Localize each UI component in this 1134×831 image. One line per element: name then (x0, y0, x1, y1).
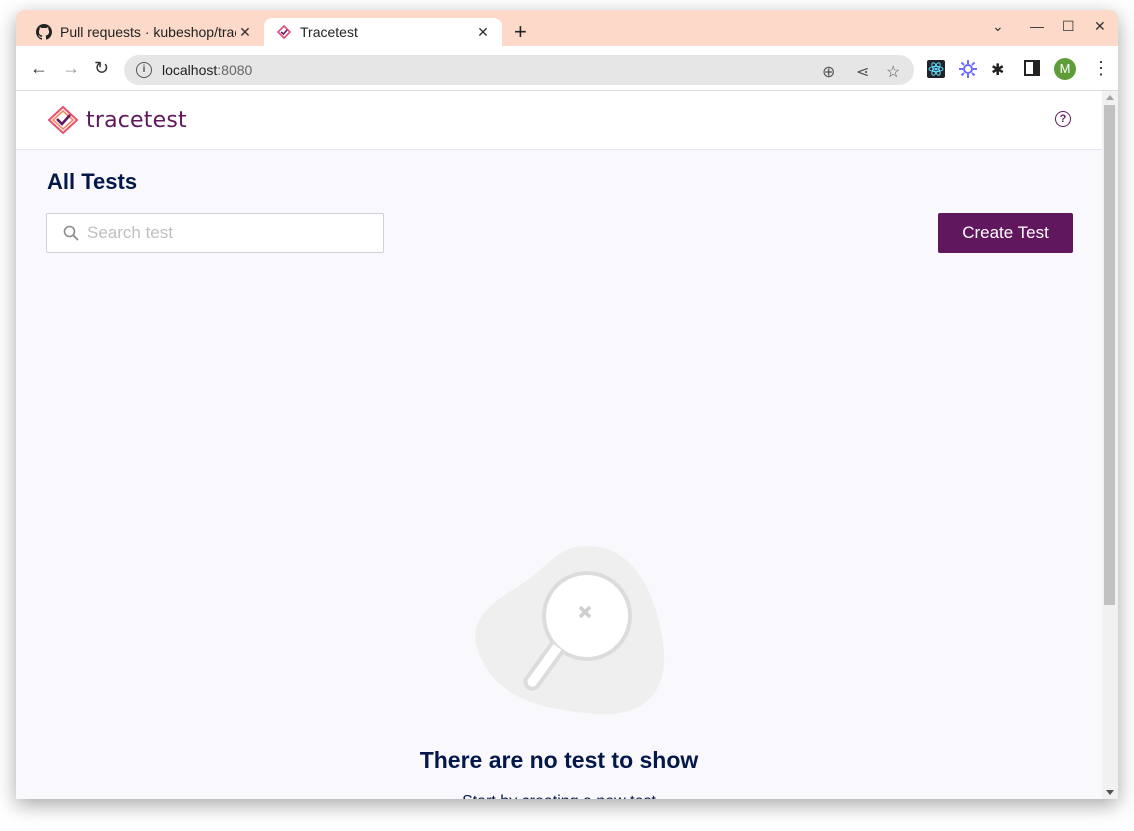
tab-strip: Pull requests · kubeshop/tracetest ✕ Tra… (16, 10, 1118, 46)
browser-menu-icon[interactable]: ⋮ (1092, 58, 1110, 79)
search-icon (63, 225, 79, 241)
page-title: All Tests (47, 169, 138, 194)
tab-tracetest[interactable]: Tracetest ✕ (264, 18, 502, 46)
help-icon[interactable]: ? (1055, 111, 1071, 127)
page-viewport: tracetest ? All Tests Create Test There … (16, 91, 1102, 799)
forward-icon[interactable]: → (62, 58, 80, 79)
scrollbar-thumb[interactable] (1104, 105, 1115, 605)
address-bar[interactable]: i localhost:8080 ⊕ ⋖ ☆ (124, 55, 914, 85)
tracetest-logo[interactable]: tracetest (46, 105, 187, 135)
create-test-button[interactable]: Create Test (938, 213, 1073, 253)
bookmark-star-icon[interactable]: ☆ (886, 62, 900, 82)
side-panel-icon[interactable] (1024, 60, 1042, 78)
tab-pull-requests[interactable]: Pull requests · kubeshop/tracetest ✕ (24, 18, 264, 46)
react-devtools-icon[interactable] (927, 60, 945, 78)
tracetest-logo-icon (47, 105, 79, 135)
share-icon[interactable]: ⋖ (856, 62, 869, 82)
url-text: localhost:8080 (162, 62, 253, 78)
empty-state-subtitle: Start by creating a new test (16, 793, 1102, 799)
search-input[interactable] (85, 222, 369, 244)
scroll-up-arrow-icon[interactable] (1106, 95, 1114, 100)
minimize-icon[interactable]: — (1030, 18, 1044, 34)
browser-window: Pull requests · kubeshop/tracetest ✕ Tra… (16, 10, 1118, 799)
close-window-icon[interactable]: ✕ (1094, 18, 1106, 35)
github-icon (36, 24, 52, 40)
close-tab-icon[interactable]: ✕ (236, 24, 254, 41)
empty-state-title: There are no test to show (419, 747, 699, 773)
extensions-puzzle-icon[interactable]: ✱ (991, 60, 1009, 79)
new-tab-button[interactable]: + (514, 21, 527, 43)
app-header: tracetest ? (16, 91, 1102, 150)
extension-sun-icon[interactable] (959, 60, 977, 78)
browser-toolbar: ← → ↻ i localhost:8080 ⊕ ⋖ ☆ ✱ M ⋮ (16, 46, 1118, 91)
close-tab-icon[interactable]: ✕ (474, 24, 492, 41)
page-scrollbar[interactable] (1102, 91, 1118, 799)
tab-title: Pull requests · kubeshop/tracetest (60, 24, 236, 40)
search-field[interactable] (46, 213, 384, 253)
reload-icon[interactable]: ↻ (94, 58, 109, 79)
scroll-down-arrow-icon[interactable] (1106, 790, 1114, 795)
maximize-icon[interactable]: ☐ (1062, 18, 1075, 35)
tab-search-chevron-icon[interactable]: ⌄ (992, 18, 1004, 35)
back-icon[interactable]: ← (30, 58, 48, 79)
brand-name: tracetest (86, 107, 187, 133)
site-info-icon[interactable]: i (136, 62, 152, 78)
empty-search-illustration-icon (475, 546, 665, 715)
tab-title: Tracetest (300, 24, 358, 40)
profile-avatar[interactable]: M (1054, 58, 1076, 80)
tracetest-favicon-icon (276, 24, 292, 40)
zoom-icon[interactable]: ⊕ (822, 62, 835, 82)
